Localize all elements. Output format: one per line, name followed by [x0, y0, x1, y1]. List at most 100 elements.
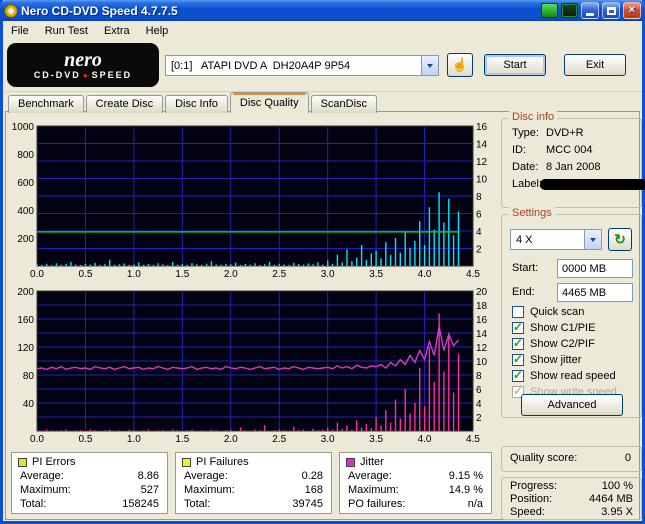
show-c1-pie-checkbox[interactable]: [512, 320, 524, 334]
start-position-input[interactable]: [557, 259, 633, 278]
maximize-icon: [606, 6, 616, 15]
app-icon: [4, 3, 18, 18]
pi-errors-stats: PI Errors Average: 8.86 Maximum: 527 Total…: [11, 452, 168, 514]
menu-run-test[interactable]: Run Test: [37, 23, 96, 39]
svg-text:4.0: 4.0: [418, 269, 432, 279]
start-position-label: Start:: [512, 262, 539, 274]
tab-disc-quality[interactable]: Disc Quality: [229, 92, 309, 113]
exit-button[interactable]: Exit: [564, 54, 626, 76]
jitter-legend-icon: [346, 457, 355, 467]
stat-value: 39745: [292, 498, 323, 510]
disc-type-label: Type:: [512, 127, 539, 139]
svg-text:4.5: 4.5: [466, 434, 480, 444]
disc-id-value: MCC 004: [546, 144, 593, 156]
menu-help[interactable]: Help: [138, 23, 177, 39]
stat-label: Total:: [20, 498, 47, 510]
disc-date-label: Date:: [512, 161, 539, 173]
tab-disc-info[interactable]: Disc Info: [165, 95, 228, 113]
chevron-down-icon[interactable]: [421, 56, 438, 75]
svg-text:14: 14: [476, 329, 488, 340]
overlay-capture-icon[interactable]: [561, 3, 578, 18]
quick-scan-checkbox[interactable]: [512, 306, 524, 318]
svg-text:0.0: 0.0: [30, 269, 44, 279]
disc-info-title: Disc info: [509, 111, 558, 123]
app-window: Nero CD-DVD Speed 4.7.7.5 × File Run Tes…: [0, 0, 645, 524]
checkbox-show-c2-pif[interactable]: Show C2/PIF: [502, 336, 641, 352]
window-title: Nero CD-DVD Speed 4.7.7.5: [21, 3, 178, 18]
overlay-monitor-icon[interactable]: [541, 3, 558, 18]
svg-text:3.0: 3.0: [321, 434, 335, 444]
menu-bar: File Run Test Extra Help: [3, 21, 642, 40]
tab-create-disc[interactable]: Create Disc: [85, 95, 164, 113]
svg-text:1000: 1000: [12, 122, 35, 133]
speed-value: 3.95 X: [601, 506, 633, 518]
checkbox-show-read-speed[interactable]: Show read speed: [502, 368, 641, 384]
svg-text:2.0: 2.0: [224, 434, 238, 444]
checkbox-label: Show C1/PIE: [530, 322, 596, 334]
svg-text:600: 600: [17, 178, 34, 189]
titlebar: Nero CD-DVD Speed 4.7.7.5 ×: [0, 0, 645, 21]
stat-value: 158245: [122, 498, 159, 510]
menu-file[interactable]: File: [3, 23, 37, 39]
position-label: Position:: [510, 493, 553, 505]
pi-failures-jitter-chart: 200 160 120 80 40 20 18 16 14 12 10 8 6 4 2 0.0 0.5 1.0 1.…: [9, 286, 499, 444]
eject-hand-button[interactable]: ☝: [447, 53, 473, 77]
svg-text:0.0: 0.0: [30, 434, 44, 444]
svg-text:2.5: 2.5: [272, 434, 286, 444]
stat-label: Maximum:: [20, 484, 71, 496]
pi-failures-legend-icon: [182, 457, 191, 467]
speed-selector-value: 4 X: [516, 233, 533, 246]
show-read-speed-checkbox[interactable]: [512, 368, 524, 382]
menu-extra[interactable]: Extra: [96, 23, 138, 39]
svg-text:3.5: 3.5: [369, 269, 383, 279]
svg-text:16: 16: [476, 315, 488, 326]
disc-date-value: 8 Jan 2008: [546, 161, 601, 173]
pi-failures-stats: PI Failures Average: 0.28 Maximum: 168 Tot…: [175, 452, 332, 514]
show-c2-pif-checkbox[interactable]: [512, 336, 524, 350]
refresh-button[interactable]: ↻: [608, 228, 632, 251]
position-value: 4464 MB: [588, 493, 633, 505]
svg-text:1.5: 1.5: [175, 269, 189, 279]
svg-text:4: 4: [476, 227, 482, 238]
minimize-button[interactable]: [581, 2, 599, 19]
checkbox-label: Show jitter: [530, 354, 582, 366]
svg-text:2.5: 2.5: [272, 269, 286, 279]
svg-text:800: 800: [17, 150, 34, 161]
show-jitter-checkbox[interactable]: [512, 352, 524, 366]
svg-text:14: 14: [476, 140, 488, 151]
svg-text:10: 10: [476, 357, 488, 368]
stat-label: Total:: [184, 498, 211, 510]
svg-text:160: 160: [17, 315, 34, 326]
svg-text:12: 12: [476, 157, 488, 168]
tab-scandisc[interactable]: ScanDisc: [310, 95, 378, 113]
svg-text:6: 6: [476, 385, 482, 396]
settings-title: Settings: [509, 207, 555, 219]
end-position-input[interactable]: [557, 283, 633, 302]
logo-cddvd-text: CD-DVD: [33, 70, 81, 80]
start-button[interactable]: Start: [484, 54, 546, 76]
speed-selector[interactable]: 4 X: [510, 229, 602, 250]
svg-text:3.5: 3.5: [369, 434, 383, 444]
checkbox-show-c1-pie[interactable]: Show C1/PIE: [502, 320, 641, 336]
tab-benchmark[interactable]: Benchmark: [8, 95, 84, 113]
svg-text:200: 200: [17, 287, 34, 298]
jitter-stats: Jitter Average: 9.15 % Maximum: 14.9 % PO …: [339, 452, 492, 514]
drive-selector[interactable]: [0:1] ATAPI DVD A DH20A4P 9P54: [165, 55, 439, 76]
svg-text:2: 2: [476, 245, 482, 256]
stat-value: 527: [140, 484, 159, 496]
checkbox-quick-scan[interactable]: Quick scan: [502, 305, 641, 320]
svg-text:400: 400: [17, 206, 34, 217]
pi-errors-chart: 1000 800 600 400 200 16 14 12 10 8 6 4 2 0.0 0.5 1.0 1.5…: [9, 121, 499, 279]
advanced-button[interactable]: Advanced: [521, 394, 623, 416]
refresh-icon: ↻: [614, 231, 626, 247]
checkbox-show-jitter[interactable]: Show jitter: [502, 352, 641, 368]
stat-value: 14.9 %: [448, 484, 483, 496]
close-icon: ×: [628, 4, 636, 16]
maximize-button[interactable]: [602, 2, 620, 19]
jitter-stats-title: Jitter: [360, 456, 384, 468]
svg-text:20: 20: [476, 287, 488, 298]
svg-text:2.0: 2.0: [224, 269, 238, 279]
svg-text:120: 120: [17, 343, 34, 354]
close-button[interactable]: ×: [623, 2, 641, 19]
chevron-down-icon[interactable]: [584, 230, 601, 249]
